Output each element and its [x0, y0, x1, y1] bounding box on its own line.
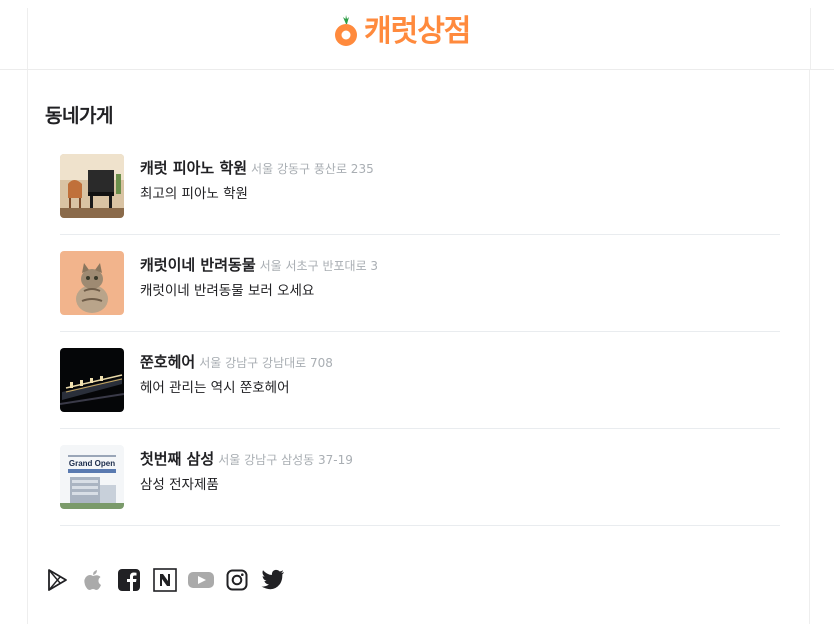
store-description: 삼성 전자제품	[140, 477, 219, 493]
header-divider-right	[810, 8, 811, 69]
store-list-item[interactable]: 캐럿이네 반려동물 서울 서초구 반포대로 3 캐럿이네 반려동물 보러 오세요	[60, 235, 780, 332]
store-name: 쭌호헤어 서울 강남구 강남대로 708	[140, 351, 333, 372]
youtube-icon[interactable]	[188, 567, 214, 593]
store-name-text: 캐럿 피아노 학원	[140, 159, 248, 177]
store-list-item[interactable]: 캐럿 피아노 학원 서울 강동구 풍산로 235 최고의 피아노 학원	[60, 138, 780, 235]
store-name-text: 캐럿이네 반려동물	[140, 256, 256, 274]
store-address: 서울 강남구 강남대로 708	[199, 356, 333, 370]
site-logo[interactable]: 캐럿상점	[333, 12, 471, 52]
store-description: 헤어 관리는 역시 쭌호헤어	[140, 380, 290, 396]
store-name: 캐럿 피아노 학원 서울 강동구 풍산로 235	[140, 157, 374, 178]
section-title: 동네가게	[45, 105, 113, 127]
carrot-logo-icon	[335, 15, 357, 46]
store-thumbnail	[60, 154, 124, 218]
store-list-item[interactable]: 쭌호헤어 서울 강남구 강남대로 708 헤어 관리는 역시 쭌호헤어	[60, 332, 780, 429]
store-name: 캐럿이네 반려동물 서울 서초구 반포대로 3	[140, 254, 378, 275]
store-name: 첫번째 삼성 서울 강남구 삼성동 37-19	[140, 448, 353, 469]
google-play-icon[interactable]	[44, 567, 70, 593]
store-thumbnail	[60, 348, 124, 412]
header-divider-left	[27, 8, 28, 69]
instagram-icon[interactable]	[224, 567, 250, 593]
store-list: 캐럿 피아노 학원 서울 강동구 풍산로 235 최고의 피아노 학원 캐럿이네 …	[60, 138, 780, 526]
site-header: 캐럿상점	[0, 0, 834, 70]
store-address: 서울 강남구 삼성동 37-19	[218, 453, 353, 467]
logo-text: 캐럿상점	[364, 14, 471, 49]
store-description: 최고의 피아노 학원	[140, 186, 248, 202]
store-thumbnail	[60, 251, 124, 315]
social-links	[44, 567, 296, 593]
twitter-icon[interactable]	[260, 567, 286, 593]
main-content: 동네가게 캐럿 피아노 학원 서울 강동구 풍산로 235 최고의 피아노 학원…	[27, 70, 810, 624]
store-list-item[interactable]: Grand Open 첫번째 삼성 서울 강남구 삼성동 37-19 삼성 전자제…	[60, 429, 780, 526]
store-name-text: 첫번째 삼성	[140, 450, 215, 468]
store-address: 서울 강동구 풍산로 235	[251, 162, 374, 176]
poster-headline: Grand Open	[69, 459, 115, 468]
store-name-text: 쭌호헤어	[140, 353, 196, 371]
store-description: 캐럿이네 반려동물 보러 오세요	[140, 283, 315, 299]
apple-icon[interactable]	[80, 567, 106, 593]
naver-blog-icon[interactable]	[152, 567, 178, 593]
store-thumbnail: Grand Open	[60, 445, 124, 509]
store-address: 서울 서초구 반포대로 3	[259, 259, 379, 273]
facebook-icon[interactable]	[116, 567, 142, 593]
